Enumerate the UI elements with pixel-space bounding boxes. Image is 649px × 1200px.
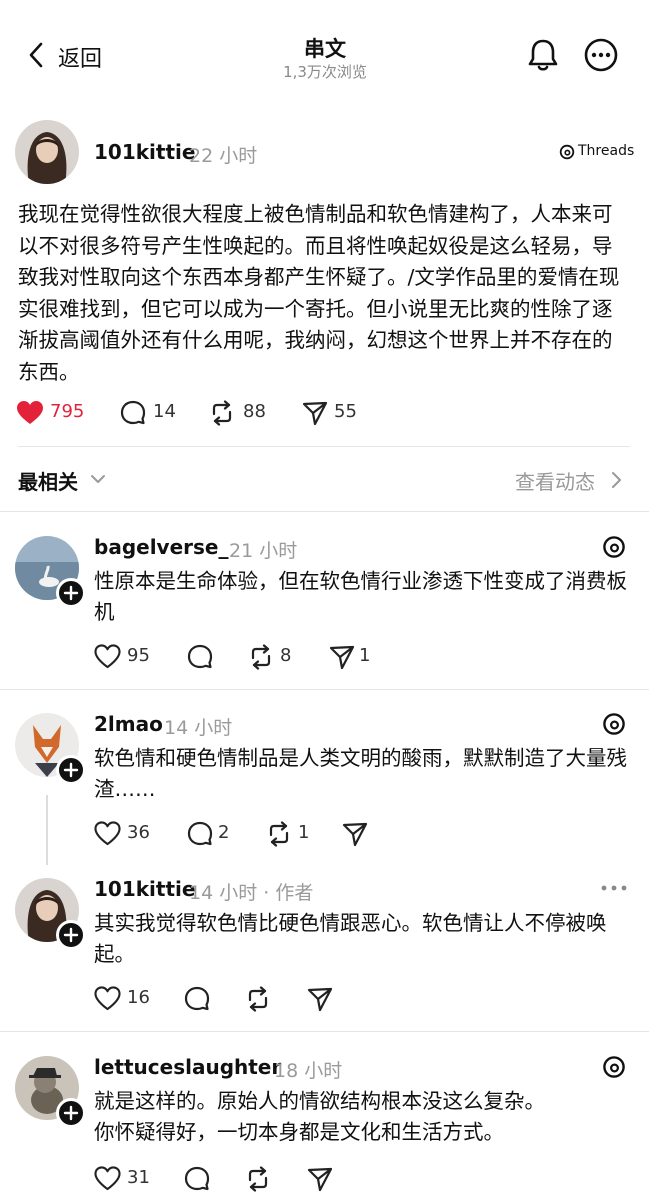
like-count: 36 (127, 822, 150, 843)
comment-count: 2 (218, 822, 230, 843)
send-icon (342, 821, 368, 847)
heart-icon (94, 1166, 121, 1191)
view-activity-label: 查看动态 (515, 470, 595, 494)
chevron-down-icon (90, 473, 106, 485)
reply-timestamp: 14 小时 (164, 717, 233, 739)
comment-bubble-icon (184, 986, 210, 1012)
repost-icon (245, 986, 271, 1012)
share-count: 1 (359, 645, 371, 666)
heart-icon (94, 821, 121, 846)
reply-username[interactable]: 2lmao (94, 712, 163, 736)
like-count: 16 (127, 987, 150, 1008)
repost-icon (266, 821, 292, 847)
chevron-left-icon (28, 42, 44, 68)
post-username[interactable]: 101kittie (94, 140, 195, 164)
reply-body-text: 性原本是生命体验，但在软色情行业渗透下性变成了消费板机 (94, 569, 627, 624)
post-timestamp: 22 小时 (189, 145, 258, 167)
comment-bubble-icon (187, 644, 213, 670)
back-label: 返回 (58, 47, 103, 72)
view-count: 1,3万次浏览 (283, 63, 367, 81)
reply-body-line: 你怀疑得好，一切本身都是文化和生活方式。 (94, 1120, 504, 1144)
send-icon (307, 1166, 333, 1192)
reply-body-line: 就是这样的。原始人的情欲结构根本没这么复杂。 (94, 1089, 545, 1113)
threads-logo-icon (559, 144, 575, 160)
avatar[interactable] (15, 120, 79, 184)
follow-button[interactable] (56, 1098, 86, 1128)
reply-timestamp: 14 小时 · 作者 (189, 882, 314, 904)
chevron-right-icon (610, 471, 622, 489)
more-horizontal-icon (584, 38, 618, 72)
post-body-text: 我现在觉得性欲很大程度上被色情制品和软色情建构了，人本来可以不对很多符号产生性唤… (18, 202, 620, 384)
page-title: 串文 (304, 37, 346, 61)
share-count: 55 (334, 401, 357, 422)
divider (18, 446, 630, 447)
follow-button[interactable] (56, 578, 86, 608)
repost-count: 1 (298, 822, 310, 843)
threads-badge-label: Threads (578, 143, 635, 159)
more-options-button[interactable] (584, 38, 618, 72)
reply-timestamp: 21 小时 (229, 540, 298, 562)
sort-label: 最相关 (18, 470, 78, 494)
comment-bubble-icon (184, 1166, 210, 1192)
send-icon (307, 986, 333, 1012)
reply-body-text: 软色情和硬色情制品是人类文明的酸雨，默默制造了大量残渣…… (94, 746, 627, 801)
like-count: 795 (50, 401, 85, 422)
repost-icon (245, 1166, 271, 1192)
thread-connector-line (46, 795, 48, 865)
bell-icon (526, 37, 560, 73)
more-horizontal-icon[interactable] (600, 883, 628, 893)
comment-bubble-icon (120, 400, 146, 426)
divider (0, 689, 649, 690)
like-count: 95 (127, 645, 150, 666)
comment-count: 14 (153, 401, 176, 422)
repost-icon (248, 644, 274, 670)
follow-button[interactable] (56, 755, 86, 785)
heart-icon (94, 986, 121, 1011)
follow-button[interactable] (56, 920, 86, 950)
back-button[interactable]: 返回 (26, 38, 116, 72)
divider (0, 1031, 649, 1032)
comment-bubble-icon (187, 821, 213, 847)
heart-filled-icon (16, 400, 44, 426)
notification-bell-button[interactable] (526, 37, 560, 73)
repost-count: 88 (243, 401, 266, 422)
reply-body-text: 其实我觉得软色情比硬色情跟恶心。软色情让人不停被唤起。 (94, 911, 607, 966)
threads-logo-icon[interactable] (602, 1055, 626, 1079)
send-icon (329, 644, 355, 670)
threads-logo-icon[interactable] (602, 535, 626, 559)
threads-logo-icon[interactable] (602, 712, 626, 736)
send-icon (302, 400, 328, 426)
reply-timestamp: 18 小时 (274, 1060, 343, 1082)
reply-username[interactable]: bagelverse_ (94, 535, 228, 559)
reply-username[interactable]: 101kittie (94, 877, 195, 901)
reply-username[interactable]: lettuceslaughter (94, 1055, 281, 1079)
like-count: 31 (127, 1167, 150, 1188)
repost-icon (209, 400, 235, 426)
divider (0, 511, 649, 512)
repost-count: 8 (280, 645, 292, 666)
heart-icon (94, 644, 121, 669)
